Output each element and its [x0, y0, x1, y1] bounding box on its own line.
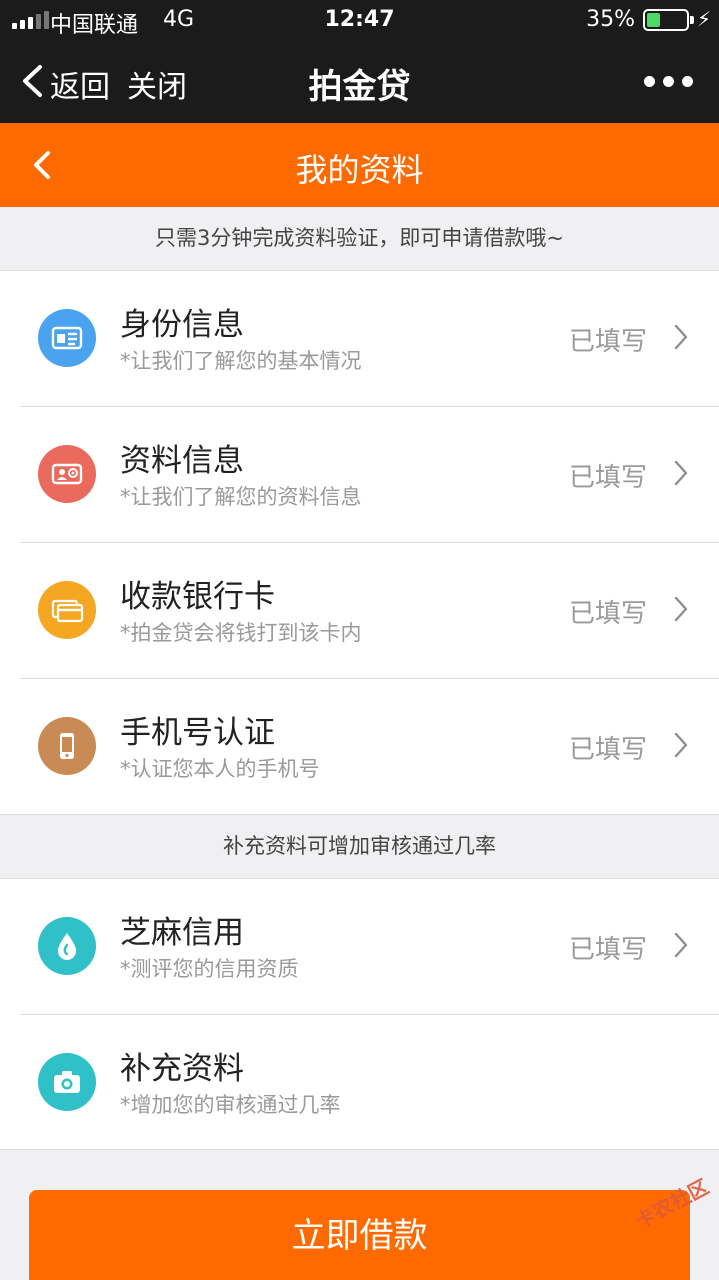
borrow-now-button[interactable]: 立即借款	[29, 1190, 690, 1280]
phone-icon	[38, 717, 96, 775]
list-item-phone-verification[interactable]: 手机号认证 *认证您本人的手机号 已填写	[0, 679, 719, 815]
item-status: 已填写	[568, 463, 647, 493]
camera-icon	[38, 1053, 96, 1111]
charging-icon: ⚡	[696, 7, 711, 31]
item-status: 已填写	[568, 327, 647, 357]
chevron-right-icon	[674, 324, 688, 350]
item-label: 身份信息	[120, 307, 244, 343]
item-status: 已填写	[568, 735, 647, 765]
list-item-supplementary-info[interactable]: 补充资料 *增加您的审核通过几率	[0, 1015, 719, 1151]
chevron-right-icon	[674, 932, 688, 958]
item-label: 收款银行卡	[120, 579, 275, 615]
item-subtitle: *增加您的审核通过几率	[120, 1093, 341, 1117]
notice-secondary: 补充资料可增加审核通过几率	[223, 834, 496, 858]
battery-icon	[643, 9, 694, 31]
item-label: 芝麻信用	[120, 915, 244, 951]
item-subtitle: *拍金贷会将钱打到该卡内	[120, 621, 362, 645]
list-item-profile-info[interactable]: 资料信息 *让我们了解您的资料信息 已填写	[0, 407, 719, 543]
contact-card-icon	[38, 445, 96, 503]
list-item-identity-info[interactable]: 身份信息 *让我们了解您的基本情况 已填写	[0, 271, 719, 407]
app-title: 拍金贷	[308, 67, 411, 107]
item-label: 补充资料	[120, 1051, 244, 1087]
optional-items-list: 芝麻信用 *测评您的信用资质 已填写 补充资料 *增加您的审核通过几率	[0, 878, 719, 1150]
list-item-sesame-credit[interactable]: 芝麻信用 *测评您的信用资质 已填写	[0, 879, 719, 1015]
status-bar: 中国联通 4G 12:47 35% ⚡	[0, 0, 719, 40]
id-card-icon	[38, 309, 96, 367]
sesame-icon	[38, 917, 96, 975]
item-label: 手机号认证	[120, 715, 275, 751]
page-header: 我的资料	[0, 123, 719, 207]
item-subtitle: *测评您的信用资质	[120, 957, 299, 981]
notice-primary: 只需3分钟完成资料验证，即可申请借款哦~	[155, 226, 564, 250]
chevron-right-icon	[674, 596, 688, 622]
item-subtitle: *让我们了解您的基本情况	[120, 349, 362, 373]
page-title: 我的资料	[295, 151, 424, 189]
top-nav-bar: 返回 关闭 拍金贷	[0, 40, 719, 123]
item-label: 资料信息	[120, 443, 244, 479]
more-options-icon[interactable]	[644, 76, 693, 87]
item-status: 已填写	[568, 599, 647, 629]
item-subtitle: *让我们了解您的资料信息	[120, 485, 362, 509]
chevron-right-icon	[674, 460, 688, 486]
required-items-list: 身份信息 *让我们了解您的基本情况 已填写 资料信息 *让我们了解您的资料信息 …	[0, 270, 719, 815]
list-item-bank-card[interactable]: 收款银行卡 *拍金贷会将钱打到该卡内 已填写	[0, 543, 719, 679]
item-subtitle: *认证您本人的手机号	[120, 757, 320, 781]
chevron-right-icon	[674, 732, 688, 758]
battery-percent: 35%	[586, 7, 635, 32]
bank-card-icon	[38, 581, 96, 639]
item-status: 已填写	[568, 935, 647, 965]
